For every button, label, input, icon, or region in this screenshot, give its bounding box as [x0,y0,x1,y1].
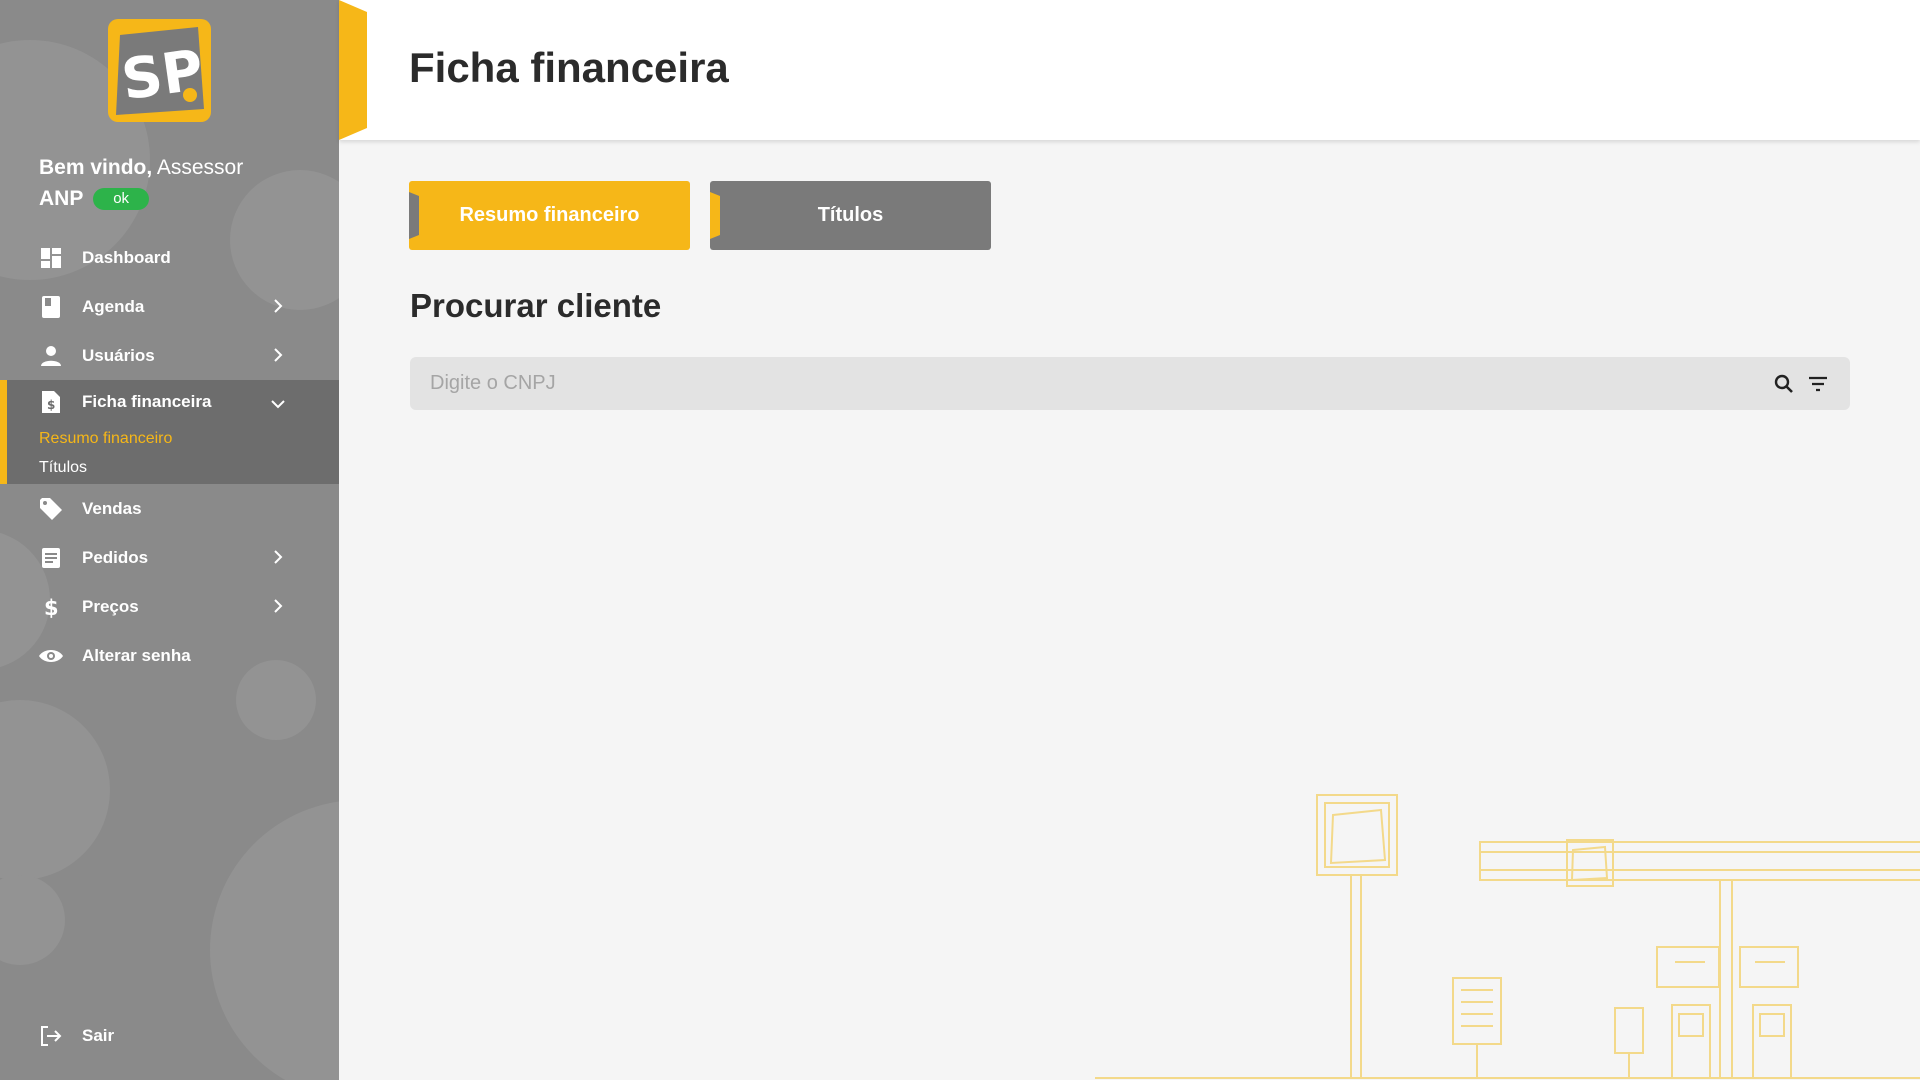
sidebar-item-vendas[interactable]: Vendas [0,484,339,533]
logout-section: Sair [0,1011,339,1060]
sidebar-item-ficha-financeira[interactable]: $ Ficha financeira [0,380,339,424]
sidebar-item-alterar-senha[interactable]: Alterar senha [0,631,339,680]
chevron-right-icon [274,348,283,362]
sidebar: SP Bem vindo, Assessor ANP ok Dashboard … [0,0,339,1080]
search-icon[interactable] [1772,372,1796,396]
svg-text:$: $ [44,596,58,618]
tab-notch [409,192,419,239]
chevron-right-icon [274,299,283,313]
kiosk-illustration [1452,977,1502,1078]
dashboard-icon [39,246,63,270]
sidebar-subitem-resumo-financeiro[interactable]: Resumo financeiro [0,424,339,453]
tag-icon [39,497,63,521]
chevron-right-icon [274,550,283,564]
tab-titulos[interactable]: Títulos [710,181,991,250]
svg-text:$: $ [47,398,55,412]
greeting-name: Assessor [156,156,244,179]
logout-icon [39,1024,63,1048]
sidebar-item-pedidos[interactable]: Pedidos [0,533,339,582]
eye-icon [39,644,63,668]
sp-logo: SP [108,19,211,122]
gas-station-illustration [1095,794,1920,1079]
tab-label: Títulos [817,204,884,226]
sidebar-item-usuarios[interactable]: Usuários [0,331,339,380]
header-accent-flag [339,0,367,140]
svg-text:SP: SP [118,38,208,114]
sidebar-item-label: Vendas [82,498,142,518]
sidebar-item-label: Usuários [82,345,155,365]
welcome-message: Bem vindo, Assessor ANP ok [39,152,319,214]
tab-notch [710,192,720,239]
sidebar-item-label: Ficha financeira [82,392,212,411]
sidebar-item-precos[interactable]: $ Preços [0,582,339,631]
sidebar-item-dashboard[interactable]: Dashboard [0,233,339,282]
book-icon [39,295,63,319]
logout-label: Sair [82,1025,115,1045]
document-icon [39,546,63,570]
dollar-icon: $ [39,595,63,619]
page-title: Ficha financeira [409,44,729,91]
sidebar-item-label: Preços [82,596,139,616]
sidebar-item-agenda[interactable]: Agenda [0,282,339,331]
chevron-right-icon [274,599,283,613]
tab-resumo-financeiro[interactable]: Resumo financeiro [409,181,690,250]
price-panels-illustration [1656,946,1799,988]
search-input[interactable] [430,357,1730,410]
logout-button[interactable]: Sair [0,1011,339,1060]
tab-label: Resumo financeiro [459,204,640,226]
sidebar-item-label: Agenda [82,296,145,316]
search-bar [410,357,1850,410]
greeting-bold: Bem vindo, [39,156,153,179]
person-icon [39,344,63,368]
canopy-illustration [1479,839,1920,1078]
sidebar-subitem-titulos[interactable]: Títulos [0,453,339,482]
document-dollar-icon: $ [39,390,63,414]
sidebar-nav: Dashboard Agenda Usuários $ Ficha financ… [0,233,339,680]
sign-pole-illustration [1316,794,1398,1078]
chevron-down-icon [271,400,285,409]
sidebar-group-ficha-financeira: $ Ficha financeira Resumo financeiro Tít… [0,380,339,484]
section-title: Procurar cliente [410,287,662,324]
user-org: ANP [39,187,84,210]
sidebar-item-label: Alterar senha [82,645,191,665]
sidebar-item-label: Dashboard [82,247,171,267]
sidebar-item-label: Pedidos [82,547,149,567]
filter-icon[interactable] [1806,372,1830,396]
status-badge: ok [93,188,150,210]
fuel-pumps-illustration [1614,1004,1792,1079]
